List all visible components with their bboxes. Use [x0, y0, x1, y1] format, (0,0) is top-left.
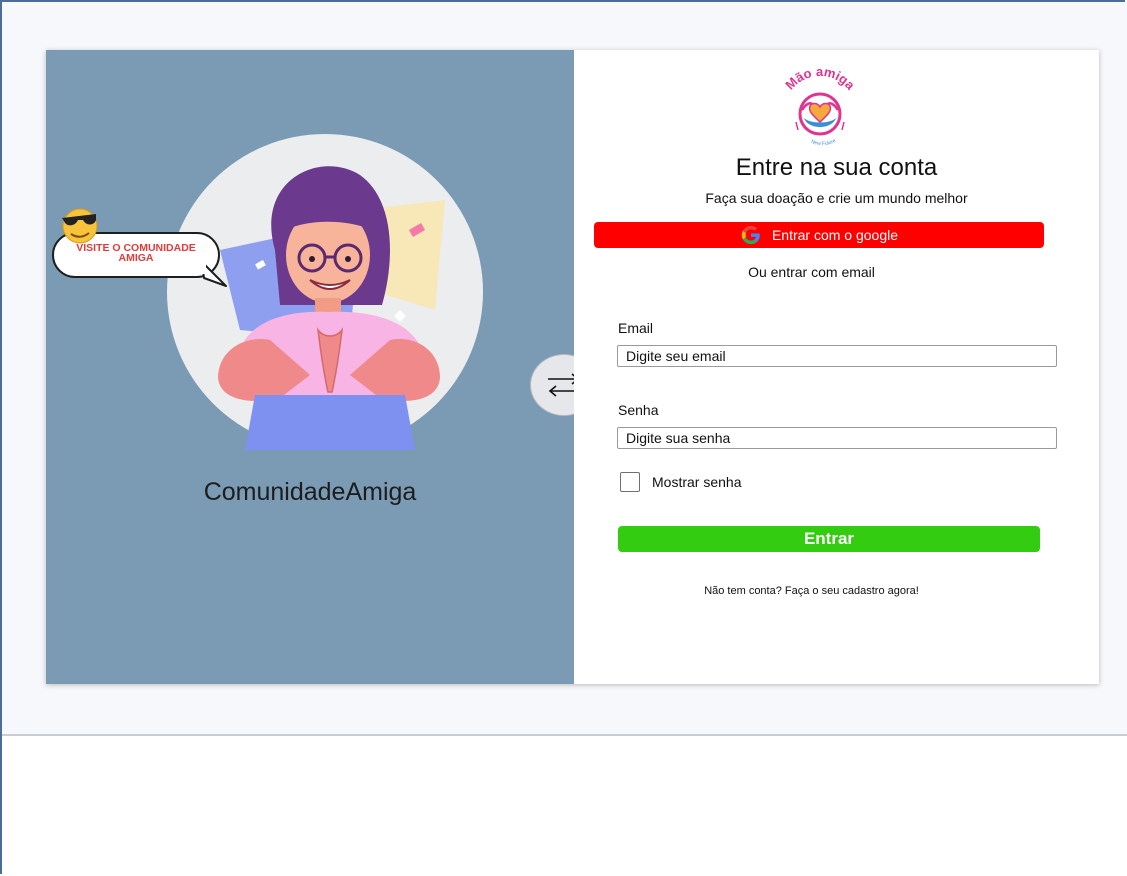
or-divider-text: Ou entrar com email — [748, 264, 875, 280]
signup-link[interactable]: Não tem conta? Faça o seu cadastro agora… — [574, 585, 1049, 597]
show-password-label: Mostrar senha — [652, 474, 742, 490]
google-icon — [741, 225, 760, 245]
show-password-checkbox[interactable] — [620, 472, 640, 492]
svg-text:Mão amiga: Mão amiga — [782, 64, 858, 93]
bubble-text: VISITE O COMUNIDADE AMIGA — [76, 242, 196, 264]
password-input[interactable] — [617, 427, 1057, 449]
google-login-button[interactable]: Entrar com o google — [594, 222, 1044, 248]
logo-text-top: Mão amiga — [782, 64, 858, 93]
community-illustration — [160, 130, 490, 450]
community-name: ComunidadeAmiga — [203, 478, 417, 506]
password-label: Senha — [618, 402, 659, 418]
email-label: Email — [618, 320, 654, 336]
mao-amiga-logo: Mão amiga New Future — [782, 64, 858, 147]
login-card: VISITE O COMUNIDADE AMIGA ComunidadeAmig… — [46, 50, 1099, 684]
window-frame: VISITE O COMUNIDADE AMIGA ComunidadeAmig… — [0, 0, 1127, 874]
community-panel: VISITE O COMUNIDADE AMIGA ComunidadeAmig… — [46, 50, 574, 684]
google-button-label: Entrar com o google — [771, 227, 899, 243]
login-submit-button[interactable]: Entrar — [618, 526, 1040, 552]
page-subtitle: Faça sua doação e crie um mundo melhor — [705, 190, 968, 206]
page-background: VISITE O COMUNIDADE AMIGA ComunidadeAmig… — [2, 2, 1127, 736]
svg-text:New Future: New Future — [810, 138, 837, 147]
bubble-tail — [200, 260, 227, 287]
sunglasses-emoji-icon — [62, 208, 98, 244]
login-panel: Mão amiga New Future Entre na sua conta … — [574, 50, 1099, 684]
page-title: Entre na sua conta — [735, 154, 938, 181]
email-input[interactable] — [617, 345, 1057, 367]
logo-text-bottom: New Future — [810, 138, 837, 147]
